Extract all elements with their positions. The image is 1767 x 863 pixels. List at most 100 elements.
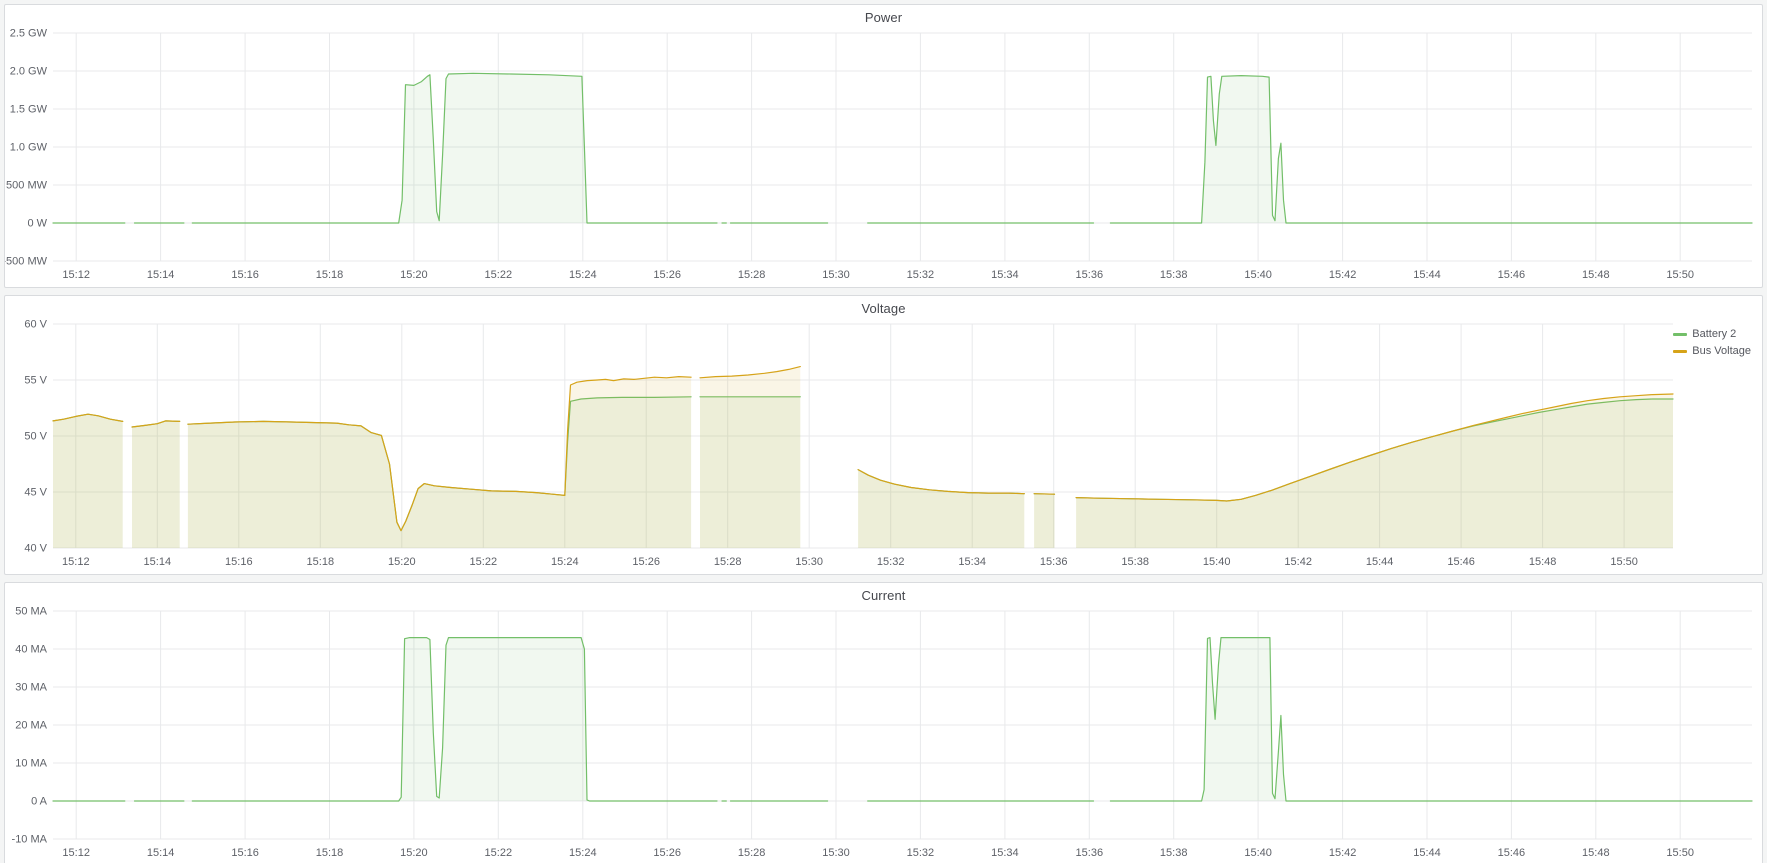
legend-item[interactable]: Bus Voltage	[1673, 345, 1751, 357]
panel-title-voltage[interactable]: Voltage	[5, 301, 1762, 316]
x-axis-tick-label: 15:26	[653, 269, 681, 281]
panel-voltage: Voltage 60 V 55 V 50 V 45 V 40 V 15:12 15:14 15…	[4, 295, 1763, 575]
x-axis-tick-label: 15:34	[991, 847, 1019, 859]
x-axis-tick-label: 15:22	[485, 847, 513, 859]
y-axis-tick-label: 30 MA	[15, 682, 47, 694]
series-area	[53, 414, 123, 548]
x-axis-tick-label: 15:16	[231, 847, 259, 859]
x-axis-tick-label: 15:38	[1160, 269, 1188, 281]
x-axis-tick-label: 15:30	[822, 269, 850, 281]
x-axis-tick-label: 15:48	[1529, 556, 1557, 568]
series-area	[192, 638, 717, 801]
y-axis-tick-label: -500 MW	[5, 256, 48, 268]
x-axis-tick-label: 15:30	[795, 556, 823, 568]
y-axis-tick-label: -10 MA	[12, 834, 48, 846]
voltage-chart[interactable]: 60 V 55 V 50 V 45 V 40 V 15:12 15:14 15:16 15:18…	[5, 296, 1762, 574]
x-axis-tick-label: 15:24	[569, 847, 597, 859]
series-area	[132, 421, 180, 548]
legend-series-swatch	[1673, 333, 1687, 336]
y-axis-tick-label: 50 MA	[15, 606, 47, 618]
x-axis-tick-label: 15:14	[144, 556, 172, 568]
y-axis-tick-label: 20 MA	[15, 720, 47, 732]
x-axis-tick-label: 15:16	[231, 269, 259, 281]
panel-title-current[interactable]: Current	[5, 588, 1762, 603]
x-axis-tick-label: 15:38	[1121, 556, 1149, 568]
y-axis-tick-label: 500 MW	[6, 180, 48, 192]
y-axis-tick-label: 2.0 GW	[10, 66, 48, 78]
dashboard: Power 2.5 GW2.0 GW1.5 GW1.0 GW500 MW0 W-…	[0, 0, 1767, 863]
x-axis-tick-label: 15:20	[400, 847, 428, 859]
y-axis-tick-label: 1.5 GW	[10, 104, 48, 116]
x-axis-tick-label: 15:46	[1498, 269, 1526, 281]
x-axis-tick-label: 15:34	[991, 269, 1019, 281]
x-axis-tick-label: 15:18	[307, 556, 335, 568]
series-area	[1076, 394, 1673, 548]
x-axis-tick-label: 15:14	[147, 847, 175, 859]
x-axis-tick-label: 15:48	[1582, 847, 1610, 859]
x-axis-tick-label: 15:28	[738, 269, 766, 281]
x-axis-tick-label: 15:50	[1666, 269, 1694, 281]
y-axis-tick-label: 1.0 GW	[10, 142, 48, 154]
legend-item[interactable]: Battery 2	[1673, 328, 1751, 340]
x-axis-tick-label: 15:46	[1498, 847, 1526, 859]
x-axis-tick-label: 15:36	[1076, 847, 1104, 859]
x-axis-tick-label: 15:28	[738, 847, 766, 859]
y-axis-tick-label: 2.5 GW	[10, 28, 48, 40]
x-axis-tick-label: 15:26	[653, 847, 681, 859]
x-axis-tick-label: 15:42	[1329, 847, 1357, 859]
legend-series-label: Bus Voltage	[1692, 345, 1751, 357]
x-axis-tick-label: 15:44	[1413, 847, 1441, 859]
x-axis-tick-label: 15:30	[822, 847, 850, 859]
x-axis-tick-label: 15:14	[147, 269, 175, 281]
x-axis-tick-label: 15:40	[1244, 847, 1272, 859]
series-area	[700, 367, 800, 548]
series-area	[1034, 494, 1054, 548]
y-axis-tick-label: 0 A	[31, 796, 48, 808]
x-axis-tick-label: 15:20	[388, 556, 416, 568]
power-chart[interactable]: 2.5 GW2.0 GW1.5 GW1.0 GW500 MW0 W-500 MW…	[5, 5, 1762, 287]
x-axis-tick-label: 15:12	[62, 269, 90, 281]
x-axis-tick-label: 15:22	[470, 556, 498, 568]
x-axis-tick-label: 15:38	[1160, 847, 1188, 859]
x-axis-tick-label: 15:50	[1610, 556, 1638, 568]
current-chart[interactable]: 50 MA 40 MA 30 MA 20 MA 10 MA 0 A -10 MA 15:12 1…	[5, 583, 1762, 863]
legend-series-label: Battery 2	[1692, 328, 1736, 340]
y-axis-tick-label: 55 V	[24, 375, 47, 387]
x-axis-tick-label: 15:42	[1284, 556, 1312, 568]
x-axis-tick-label: 15:50	[1666, 847, 1694, 859]
y-axis-tick-label: 10 MA	[15, 758, 47, 770]
x-axis-tick-label: 15:26	[632, 556, 660, 568]
x-axis-tick-label: 15:24	[551, 556, 579, 568]
series-area	[188, 377, 691, 548]
panel-power: Power 2.5 GW2.0 GW1.5 GW1.0 GW500 MW0 W-…	[4, 4, 1763, 288]
y-axis-tick-label: 40 MA	[15, 644, 47, 656]
x-axis-tick-label: 15:12	[62, 556, 90, 568]
x-axis-tick-label: 15:16	[225, 556, 253, 568]
legend: Battery 2 Bus Voltage	[1671, 327, 1753, 358]
y-axis-tick-label: 50 V	[24, 431, 47, 443]
y-axis-tick-label: 45 V	[24, 487, 47, 499]
x-axis-tick-label: 15:24	[569, 269, 597, 281]
x-axis-tick-label: 15:32	[907, 847, 935, 859]
x-axis-tick-label: 15:48	[1582, 269, 1610, 281]
x-axis-tick-label: 15:36	[1076, 269, 1104, 281]
x-axis-tick-label: 15:44	[1413, 269, 1441, 281]
x-axis-tick-label: 15:36	[1040, 556, 1068, 568]
panel-current: Current 50 MA 40 MA 30 MA 20 MA 10 MA 0 A -10 …	[4, 582, 1763, 863]
x-axis-tick-label: 15:46	[1447, 556, 1475, 568]
series-area	[192, 73, 717, 223]
x-axis-tick-label: 15:42	[1329, 269, 1357, 281]
x-axis-tick-label: 15:40	[1244, 269, 1272, 281]
x-axis-tick-label: 15:20	[400, 269, 428, 281]
y-axis-tick-label: 60 V	[24, 319, 47, 331]
x-axis-tick-label: 15:28	[714, 556, 742, 568]
x-axis-tick-label: 15:32	[907, 269, 935, 281]
x-axis-tick-label: 15:40	[1203, 556, 1231, 568]
x-axis-tick-label: 15:12	[62, 847, 90, 859]
x-axis-tick-label: 15:44	[1366, 556, 1394, 568]
x-axis-tick-label: 15:22	[485, 269, 513, 281]
panel-title-power[interactable]: Power	[5, 10, 1762, 25]
x-axis-tick-label: 15:18	[316, 847, 344, 859]
x-axis-tick-label: 15:32	[877, 556, 905, 568]
y-axis-tick-label: 40 V	[24, 543, 47, 555]
